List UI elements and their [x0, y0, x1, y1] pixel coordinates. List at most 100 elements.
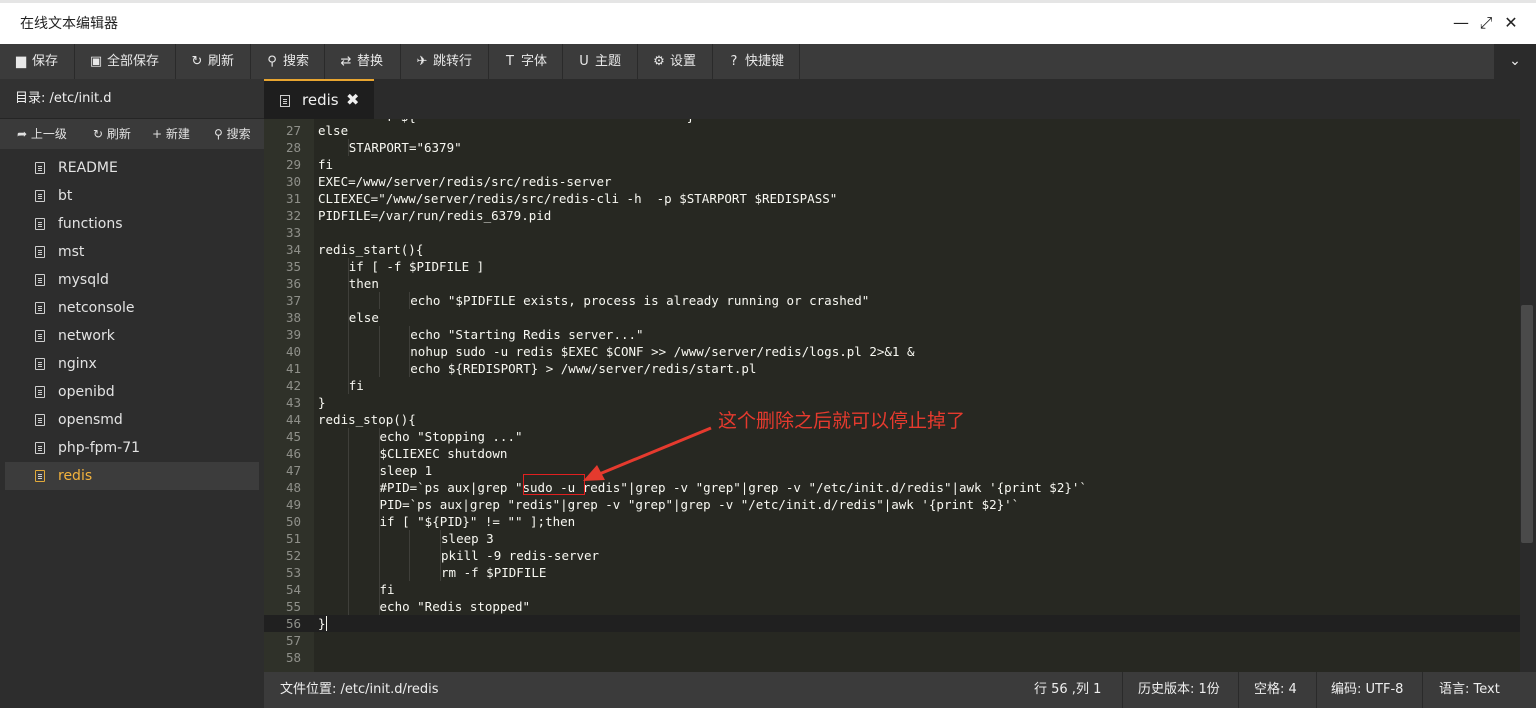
- file-list-item[interactable]: netconsole: [5, 294, 259, 322]
- indent-guide: [347, 462, 349, 479]
- file-list-item[interactable]: README: [5, 154, 259, 182]
- line-number: 45: [285, 429, 301, 444]
- toolbar-button[interactable]: ⇄ 替换: [325, 44, 401, 79]
- line-number: 34: [285, 242, 301, 257]
- indent-guide: [409, 292, 411, 309]
- tab-close-icon[interactable]: ✖: [346, 81, 359, 119]
- scrollbar-thumb[interactable]: [1521, 305, 1533, 543]
- sidebar-toolbar: ➦ 上一级 ↻ 刷新 + 新建 ⚲ 搜索: [0, 119, 264, 149]
- code-line[interactable]: 31 CLIEXEC="/www/server/redis/src/redis-c…: [264, 190, 1520, 207]
- line-number: 48: [285, 480, 301, 495]
- tab-redis[interactable]: redis ✖: [264, 79, 374, 119]
- indent-guide: [409, 343, 411, 360]
- code-line[interactable]: 41 echo ${REDISPORT} > /www/server/redis/…: [264, 360, 1520, 377]
- code-line[interactable]: 27 else: [264, 122, 1520, 139]
- toolbar-button[interactable]: ▆ 保存: [0, 44, 75, 79]
- indent-spaces[interactable]: 空格: 4: [1254, 672, 1297, 708]
- code-line[interactable]: 56}: [264, 615, 1520, 632]
- code-line[interactable]: 49 PID=`ps aux|grep "redis"|grep -v "grep…: [264, 496, 1520, 513]
- file-list-item[interactable]: php-fpm-71: [5, 434, 259, 462]
- toolbar-collapse-button[interactable]: ⌄: [1494, 44, 1536, 79]
- code-line[interactable]: 37 echo "$PIDFILE exists, process is alre…: [264, 292, 1520, 309]
- code-line[interactable]: 42 fi: [264, 377, 1520, 394]
- language-mode[interactable]: 语言: Text: [1439, 672, 1500, 708]
- cursor-position[interactable]: 行 56 ,列 1: [1034, 672, 1101, 708]
- file-icon: [35, 470, 45, 482]
- code-line[interactable]: 57: [264, 632, 1520, 649]
- code-line[interactable]: 55 echo "Redis stopped": [264, 598, 1520, 615]
- new-file-button[interactable]: + 新建: [152, 119, 190, 149]
- indent-guide: [347, 139, 349, 156]
- toolbar-button[interactable]: ⚙ 设置: [638, 44, 713, 79]
- code-line[interactable]: 33: [264, 224, 1520, 241]
- code-line[interactable]: 50 if [ "${PID}" != "" ];then: [264, 513, 1520, 530]
- indent-guide: [378, 530, 380, 547]
- toolbar-button[interactable]: T 字体: [489, 44, 563, 79]
- line-number: 49: [285, 497, 301, 512]
- indent-guide: [347, 479, 349, 496]
- sidebar-search-button[interactable]: ⚲ 搜索: [214, 119, 251, 149]
- history-versions[interactable]: 历史版本: 1份: [1138, 672, 1220, 708]
- file-list-item[interactable]: mst: [5, 238, 259, 266]
- code-line[interactable]: 54 fi: [264, 581, 1520, 598]
- file-list-item[interactable]: network: [5, 322, 259, 350]
- code-line[interactable]: 29 fi: [264, 156, 1520, 173]
- file-list-item[interactable]: functions: [5, 210, 259, 238]
- file-list-item[interactable]: mysqld: [5, 266, 259, 294]
- line-number: 50: [285, 514, 301, 529]
- code-line[interactable]: 28 STARPORT="6379": [264, 139, 1520, 156]
- directory-path: 目录: /etc/init.d: [0, 79, 264, 119]
- code-text: EXEC=/www/server/redis/src/redis-server: [318, 174, 612, 189]
- file-list-item[interactable]: nginx: [5, 350, 259, 378]
- toolbar-button[interactable]: U 主题: [563, 44, 638, 79]
- code-line[interactable]: 30 EXEC=/www/server/redis/src/redis-serve…: [264, 173, 1520, 190]
- line-number: 47: [285, 463, 301, 478]
- toolbar-button[interactable]: ▣ 全部保存: [75, 44, 176, 79]
- sidebar-refresh-button[interactable]: ↻ 刷新: [93, 119, 131, 149]
- code-line[interactable]: 34 redis_start(){: [264, 241, 1520, 258]
- code-text: fi: [348, 378, 364, 393]
- toolbar-button[interactable]: ? 快捷键: [713, 44, 800, 79]
- file-list-item[interactable]: redis: [5, 462, 259, 490]
- toolbar-button[interactable]: ↻ 刷新: [176, 44, 251, 79]
- indent-guide: [347, 377, 349, 394]
- toolbar-button[interactable]: ✈ 跳转行: [401, 44, 489, 79]
- file-icon: [35, 386, 45, 398]
- code-line[interactable]: 40 nohup sudo -u redis $EXEC $CONF >> /ww…: [264, 343, 1520, 360]
- file-list-item[interactable]: openibd: [5, 378, 259, 406]
- code-line[interactable]: 51 sleep 3: [264, 530, 1520, 547]
- code-line[interactable]: 47 sleep 1: [264, 462, 1520, 479]
- line-number: 29: [285, 157, 301, 172]
- code-line[interactable]: 36 then: [264, 275, 1520, 292]
- code-line[interactable]: 53 rm -f $PIDFILE: [264, 564, 1520, 581]
- indent-guide: [347, 564, 349, 581]
- code-line[interactable]: 52 pkill -9 redis-server: [264, 547, 1520, 564]
- parent-dir-button[interactable]: ➦ 上一级: [17, 119, 67, 149]
- file-name: mst: [58, 244, 85, 260]
- code-line[interactable]: 32 PIDFILE=/var/run/redis_6379.pid: [264, 207, 1520, 224]
- file-list-item[interactable]: opensmd: [5, 406, 259, 434]
- line-number: 44: [285, 412, 301, 427]
- indent-guide: [378, 326, 380, 343]
- file-list-item[interactable]: bt: [5, 182, 259, 210]
- encoding[interactable]: 编码: UTF-8: [1331, 672, 1403, 708]
- indent-guide: [378, 462, 380, 479]
- code-line[interactable]: 35 if [ -f $PIDFILE ]: [264, 258, 1520, 275]
- code-line[interactable]: 58: [264, 649, 1520, 666]
- minimize-button[interactable]: —: [1453, 15, 1469, 31]
- code-text: sleep 3: [441, 531, 494, 546]
- file-list: README bt functions mst mysqld netconsole netw…: [5, 154, 259, 490]
- code-line[interactable]: 39 echo "Starting Redis server...": [264, 326, 1520, 343]
- indent-guide: [347, 581, 349, 598]
- code-line[interactable]: 38 else: [264, 309, 1520, 326]
- toolbar-button[interactable]: ⚲ 搜索: [251, 44, 325, 79]
- pin-icon: ✈: [416, 54, 428, 69]
- code-line[interactable]: 46 $CLIEXEC shutdown: [264, 445, 1520, 462]
- code-line[interactable]: 48 #PID=`ps aux|grep "sudo -u redis"|grep…: [264, 479, 1520, 496]
- code-editor[interactable]: -f ${ }27else28STARPORT="6379"29fi30EXEC…: [264, 119, 1520, 672]
- maximize-button[interactable]: ⤢: [1478, 15, 1494, 31]
- line-number: 41: [285, 361, 301, 376]
- close-button[interactable]: ✕: [1503, 15, 1519, 31]
- indent-guide: [347, 292, 349, 309]
- file-icon: [35, 190, 45, 202]
